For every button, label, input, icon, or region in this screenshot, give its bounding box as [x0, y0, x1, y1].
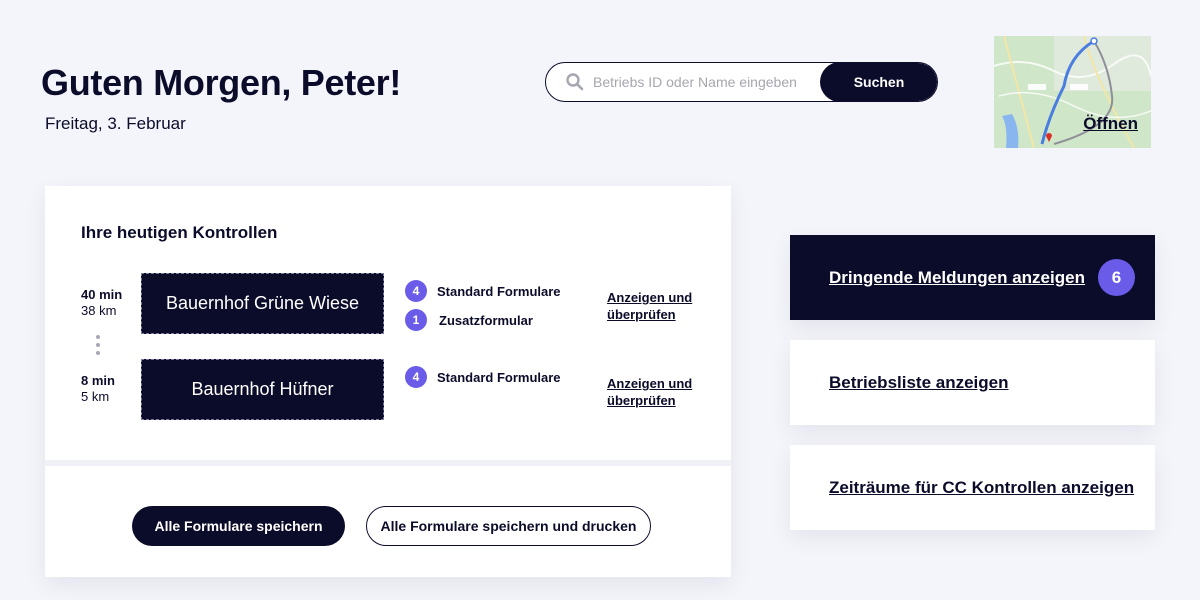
route-dots-divider: [96, 335, 102, 359]
save-print-all-forms-button[interactable]: Alle Formulare speichern und drucken: [366, 506, 651, 546]
urgent-count-badge: 6: [1097, 259, 1135, 296]
farm-button-gruene-wiese[interactable]: Bauernhof Grüne Wiese: [141, 273, 384, 334]
farm-list-link[interactable]: Betriebsliste anzeigen: [829, 373, 1009, 393]
controls-title: Ihre heutigen Kontrollen: [81, 223, 278, 242]
cc-periods-link[interactable]: Zeiträume für CC Kontrollen anzeigen: [829, 478, 1134, 498]
form-count-badge: 1: [405, 309, 427, 331]
form-count-line: 1 Zusatzformular: [405, 309, 561, 331]
travel-distance: 5 km: [81, 389, 110, 404]
greeting-title: Guten Morgen, Peter!: [41, 62, 402, 103]
cc-periods-panel[interactable]: Zeiträume für CC Kontrollen anzeigen: [790, 445, 1155, 530]
control-row: 8 min 5 km Bauernhof Hüfner 4 Standard F…: [45, 359, 731, 421]
travel-info: 8 min 5 km: [81, 373, 115, 405]
form-summary: 4 Standard Formulare 1 Zusatzformular: [405, 280, 561, 338]
search-icon: [566, 73, 584, 91]
form-type-label: Zusatzformular: [439, 312, 533, 328]
form-count-line: 4 Standard Formulare: [405, 366, 561, 388]
review-link[interactable]: Anzeigen und überprüfen: [607, 375, 707, 409]
current-date: Freitag, 3. Februar: [45, 114, 186, 133]
form-summary: 4 Standard Formulare: [405, 366, 561, 395]
travel-info: 40 min 38 km: [81, 287, 122, 319]
form-count-badge: 4: [405, 366, 427, 388]
farm-list-panel[interactable]: Betriebsliste anzeigen: [790, 340, 1155, 425]
search-input[interactable]: [585, 63, 820, 101]
travel-time: 8 min: [81, 373, 115, 388]
controls-card: Ihre heutigen Kontrollen 40 min 38 km Ba…: [45, 186, 731, 577]
urgent-messages-panel[interactable]: Dringende Meldungen anzeigen 6: [790, 235, 1155, 320]
form-type-label: Standard Formulare: [437, 369, 561, 385]
form-type-label: Standard Formulare: [437, 283, 561, 299]
form-count-line: 4 Standard Formulare: [405, 280, 561, 302]
search-button[interactable]: Suchen: [820, 63, 937, 101]
search-bar: Suchen: [545, 62, 938, 102]
route-map[interactable]: Öffnen: [994, 36, 1151, 148]
form-count-badge: 4: [405, 280, 427, 302]
farm-button-huefner[interactable]: Bauernhof Hüfner: [141, 359, 384, 420]
map-open-link[interactable]: Öffnen: [1083, 114, 1138, 134]
control-row: 40 min 38 km Bauernhof Grüne Wiese 4 Sta…: [45, 273, 731, 335]
review-link[interactable]: Anzeigen und überprüfen: [607, 289, 707, 323]
travel-time: 40 min: [81, 287, 123, 302]
urgent-messages-link[interactable]: Dringende Meldungen anzeigen: [829, 268, 1085, 288]
save-all-forms-button[interactable]: Alle Formulare speichern: [132, 506, 345, 546]
controls-list-section: Ihre heutigen Kontrollen 40 min 38 km Ba…: [45, 186, 731, 460]
travel-distance: 38 km: [81, 303, 117, 318]
